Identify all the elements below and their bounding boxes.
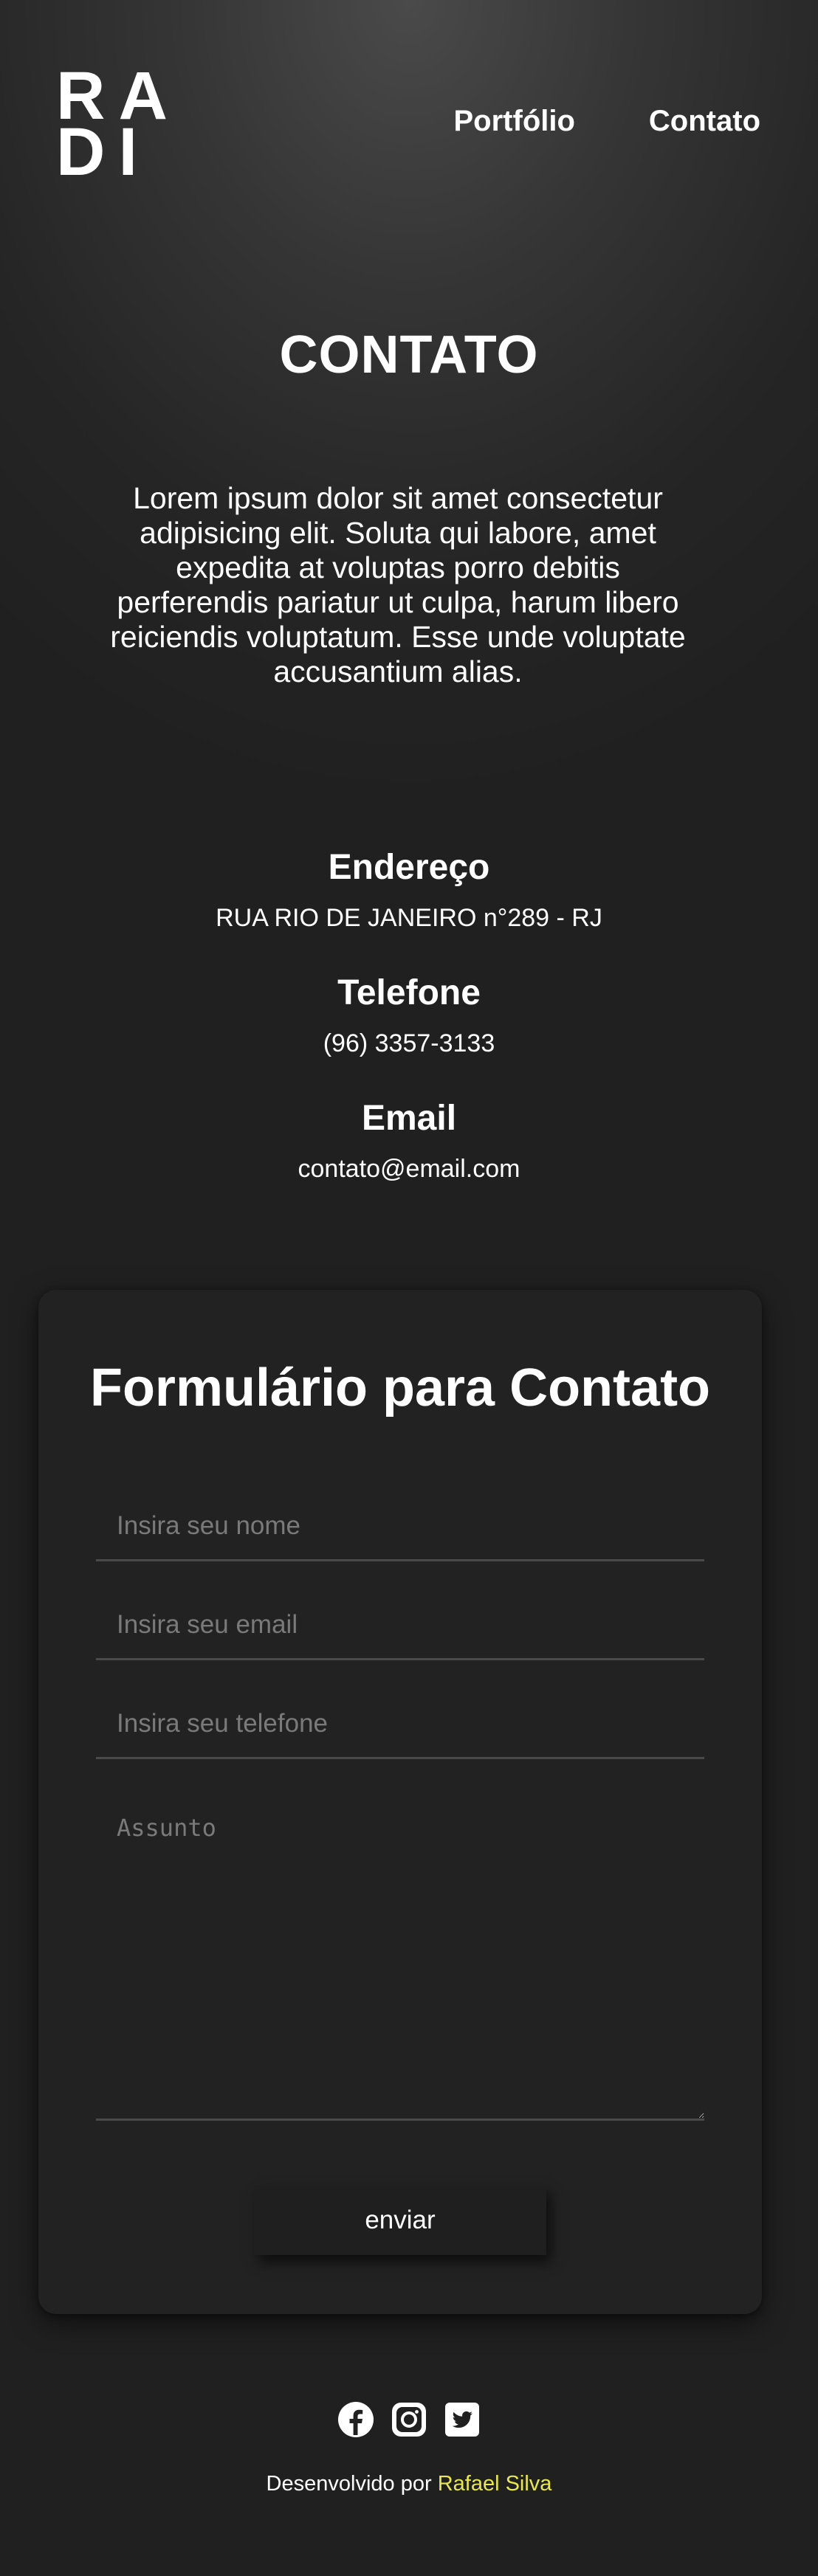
phone-value: (96) 3357-3133 xyxy=(323,1029,495,1057)
submit-button[interactable]: enviar xyxy=(254,2186,546,2255)
logo-line-2: DI xyxy=(56,114,151,190)
main-nav: Portfólio Contato xyxy=(454,105,761,138)
phone-input[interactable] xyxy=(96,1690,704,1759)
page-title: CONTATO xyxy=(279,325,539,384)
email-heading: Email xyxy=(361,1099,457,1138)
subject-textarea[interactable] xyxy=(96,1792,704,2121)
facebook-icon[interactable] xyxy=(337,2401,374,2438)
form-title: Formulário para Contato xyxy=(89,1358,711,1418)
author-link[interactable]: Rafael Silva xyxy=(438,2472,552,2496)
address-heading: Endereço xyxy=(328,848,490,887)
social-links xyxy=(0,2401,818,2438)
address-section: Endereço RUA RIO DE JANEIRO n°289 - RJ xyxy=(0,846,818,934)
email-section: Email contato@email.com xyxy=(0,1097,818,1185)
contact-form: Formulário para Contato enviar xyxy=(38,1290,762,2314)
nav-link-contato[interactable]: Contato xyxy=(649,105,760,138)
instagram-icon[interactable] xyxy=(391,2401,427,2438)
footer-credit-prefix: Desenvolvido por xyxy=(266,2472,432,2496)
intro-text: Lorem ipsum dolor sit amet consectetur a… xyxy=(110,481,686,688)
logo[interactable]: RA DI xyxy=(56,62,168,190)
address-value: RUA RIO DE JANEIRO n°289 - RJ xyxy=(216,904,602,932)
footer-credit: Desenvolvido por Rafael Silva xyxy=(0,2472,818,2496)
name-input[interactable] xyxy=(96,1492,704,1561)
email-input[interactable] xyxy=(96,1591,704,1660)
phone-heading: Telefone xyxy=(337,973,481,1012)
nav-link-portfolio[interactable]: Portfólio xyxy=(454,105,575,138)
phone-section: Telefone (96) 3357-3133 xyxy=(0,971,818,1060)
twitter-icon[interactable] xyxy=(444,2401,481,2438)
site-header: RA DI Portfólio Contato xyxy=(0,0,818,192)
email-value: contato@email.com xyxy=(298,1155,520,1183)
